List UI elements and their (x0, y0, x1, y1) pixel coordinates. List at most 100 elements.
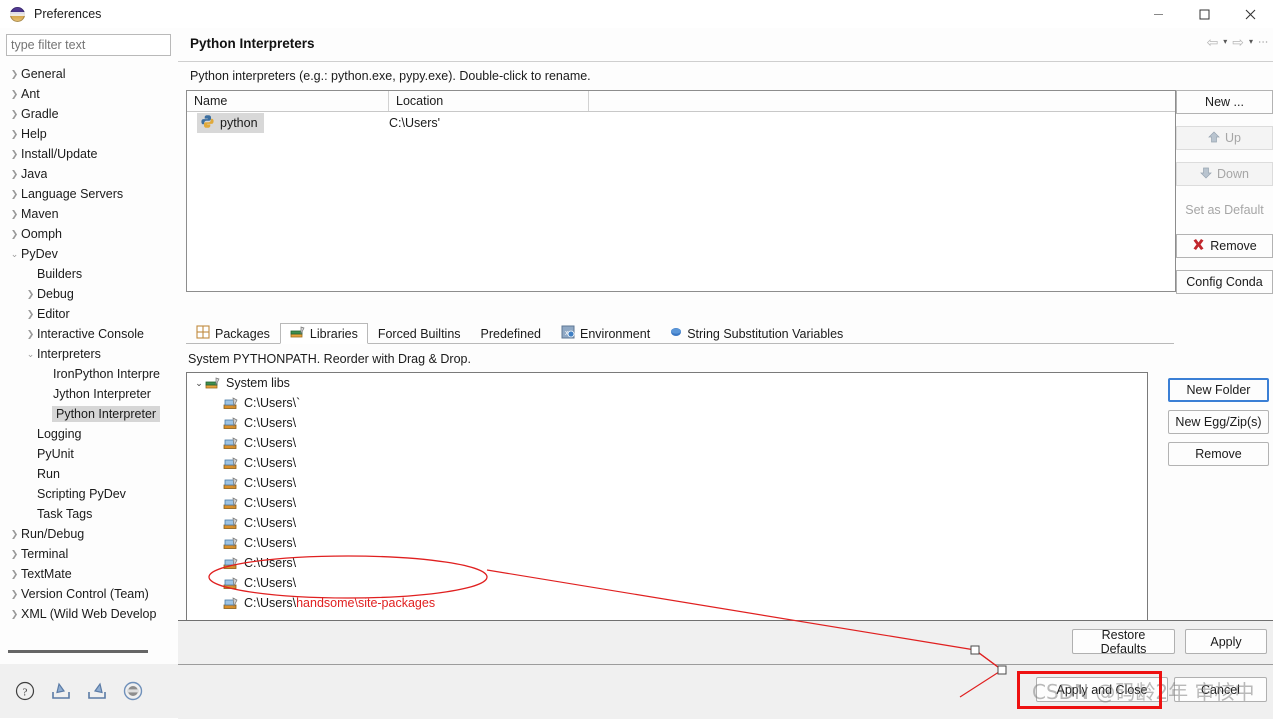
oomph-record-icon[interactable] (122, 680, 144, 702)
sidebar-item-scripting-pydev[interactable]: ❯Scripting PyDev (0, 484, 178, 504)
table-row[interactable]: python C:\Users' (187, 112, 1175, 134)
config-conda-button[interactable]: Config Conda (1176, 270, 1273, 294)
list-item[interactable]: C:\Users\ (187, 433, 1147, 453)
tree-root-system-libs[interactable]: ⌄ System libs (187, 373, 1147, 393)
chevron-down-icon[interactable]: ⌄ (193, 378, 205, 389)
list-item[interactable]: C:\Users\ (187, 533, 1147, 553)
sidebar-item-task-tags[interactable]: ❯Task Tags (0, 504, 178, 524)
sidebar-item-label: Install/Update (21, 147, 98, 161)
new-button[interactable]: New ... (1176, 90, 1273, 114)
sidebar-item-install-update[interactable]: ❯ Install/Update (0, 144, 178, 164)
selected-name-cell[interactable]: python (197, 113, 264, 133)
new-folder-button[interactable]: New Folder (1168, 378, 1269, 402)
chevron-down-icon[interactable]: ⌄ (8, 249, 21, 260)
tab-forced-builtins[interactable]: Forced Builtins (368, 323, 471, 344)
sidebar-item-editor[interactable]: ❯ Editor (0, 304, 178, 324)
forward-icon[interactable]: ⇨ (1232, 35, 1244, 49)
export-icon[interactable] (86, 680, 108, 702)
chevron-right-icon[interactable]: ❯ (24, 309, 37, 320)
list-item[interactable]: C:\Users\ (187, 473, 1147, 493)
interpreters-table[interactable]: Name Location python C:\Users' (186, 90, 1176, 292)
button-label: New ... (1205, 95, 1244, 109)
minimize-button[interactable] (1135, 0, 1181, 28)
sidebar-item-pydev[interactable]: ⌄ PyDev (0, 244, 178, 264)
chevron-right-icon[interactable]: ❯ (8, 209, 21, 220)
chevron-right-icon[interactable]: ❯ (8, 549, 21, 560)
forward-dropdown-icon[interactable]: ▾ (1249, 38, 1253, 46)
restore-defaults-button[interactable]: Restore Defaults (1072, 628, 1175, 656)
list-item[interactable]: C:\Users\ (187, 553, 1147, 573)
column-header-location[interactable]: Location (389, 91, 589, 111)
column-header-name[interactable]: Name (187, 91, 389, 111)
sidebar-item-jython-interpreter[interactable]: ❯Jython Interpreter (0, 384, 178, 404)
sidebar-item-general[interactable]: ❯ General (0, 64, 178, 84)
list-item[interactable]: C:\Users\` (187, 393, 1147, 413)
column-header-extra[interactable] (589, 91, 1175, 111)
view-menu-icon[interactable]: ⋮ (1257, 37, 1268, 47)
sidebar-item-xml-wild-web-develop[interactable]: ❯ XML (Wild Web Develop (0, 604, 178, 624)
list-item[interactable]: C:\Users\ (187, 513, 1147, 533)
sidebar-item-builders[interactable]: ❯Builders (0, 264, 178, 284)
sidebar-item-language-servers[interactable]: ❯ Language Servers (0, 184, 178, 204)
sidebar-item-debug[interactable]: ❯ Debug (0, 284, 178, 304)
apply-button[interactable]: Apply (1185, 629, 1267, 654)
list-item[interactable]: C:\Users\ (187, 453, 1147, 473)
sidebar-item-interactive-console[interactable]: ❯ Interactive Console (0, 324, 178, 344)
system-libs-tree[interactable]: ⌄ System libs C:\Users\` C:\Users\ C:\User… (186, 372, 1148, 644)
sidebar-item-logging[interactable]: ❯Logging (0, 424, 178, 444)
sidebar-item-run[interactable]: ❯Run (0, 464, 178, 484)
tab-predefined[interactable]: Predefined (471, 323, 551, 344)
sidebar-item-textmate[interactable]: ❯ TextMate (0, 564, 178, 584)
sidebar-item-ironpython-interpre[interactable]: ❯IronPython Interpre (0, 364, 178, 384)
tab-string-substitution-variables[interactable]: String Substitution Variables (660, 323, 853, 344)
sidebar-item-help[interactable]: ❯ Help (0, 124, 178, 144)
sidebar-item-label: Terminal (21, 547, 69, 561)
list-item[interactable]: C:\Users\ handsome\site-packages (187, 593, 1147, 613)
chevron-right-icon[interactable]: ❯ (8, 229, 21, 240)
maximize-button[interactable] (1181, 0, 1227, 28)
chevron-down-icon[interactable]: ⌄ (24, 349, 37, 360)
sidebar-item-python-interpreter[interactable]: ❯Python Interpreter (0, 404, 178, 424)
chevron-right-icon[interactable]: ❯ (24, 289, 37, 300)
sidebar-item-pyunit[interactable]: ❯PyUnit (0, 444, 178, 464)
remove-button[interactable]: Remove (1168, 442, 1269, 466)
chevron-right-icon[interactable]: ❯ (8, 169, 21, 180)
tab-label: Forced Builtins (377, 326, 461, 341)
sidebar-item-terminal[interactable]: ❯ Terminal (0, 544, 178, 564)
list-item[interactable]: C:\Users\ (187, 493, 1147, 513)
chevron-right-icon[interactable]: ❯ (8, 129, 21, 140)
chevron-right-icon[interactable]: ❯ (8, 609, 21, 620)
help-icon[interactable]: ? (14, 680, 36, 702)
remove-button[interactable]: Remove (1176, 234, 1273, 258)
chevron-right-icon[interactable]: ❯ (8, 149, 21, 160)
list-item[interactable]: C:\Users\ (187, 413, 1147, 433)
tab-packages[interactable]: Packages (186, 323, 280, 344)
sidebar-item-version-control-team[interactable]: ❯ Version Control (Team) (0, 584, 178, 604)
back-icon[interactable]: ⇦ (1207, 35, 1219, 49)
sidebar-item-ant[interactable]: ❯ Ant (0, 84, 178, 104)
chevron-right-icon[interactable]: ❯ (8, 109, 21, 120)
chevron-right-icon[interactable]: ❯ (8, 589, 21, 600)
chevron-right-icon[interactable]: ❯ (8, 69, 21, 80)
import-icon[interactable] (50, 680, 72, 702)
sidebar-item-interpreters[interactable]: ⌄ Interpreters (0, 344, 178, 364)
tab-environment[interactable]: x Environment (551, 323, 660, 344)
chevron-right-icon[interactable]: ❯ (8, 89, 21, 100)
sidebar-item-java[interactable]: ❯ Java (0, 164, 178, 184)
search-input[interactable] (6, 34, 171, 56)
sidebar-item-oomph[interactable]: ❯ Oomph (0, 224, 178, 244)
close-button[interactable] (1227, 0, 1273, 28)
tab-label: Packages (215, 326, 270, 341)
chevron-right-icon[interactable]: ❯ (8, 529, 21, 540)
chevron-right-icon[interactable]: ❯ (24, 329, 37, 340)
new-egg-zip-s-button[interactable]: New Egg/Zip(s) (1168, 410, 1269, 434)
chevron-right-icon[interactable]: ❯ (8, 189, 21, 200)
back-dropdown-icon[interactable]: ▾ (1223, 38, 1227, 46)
sidebar-horizontal-scrollbar[interactable] (8, 650, 148, 653)
sidebar-item-gradle[interactable]: ❯ Gradle (0, 104, 178, 124)
sidebar-item-maven[interactable]: ❯ Maven (0, 204, 178, 224)
tab-libraries[interactable]: Libraries (279, 323, 368, 344)
sidebar-item-run-debug[interactable]: ❯ Run/Debug (0, 524, 178, 544)
chevron-right-icon[interactable]: ❯ (8, 569, 21, 580)
list-item[interactable]: C:\Users\ (187, 573, 1147, 593)
